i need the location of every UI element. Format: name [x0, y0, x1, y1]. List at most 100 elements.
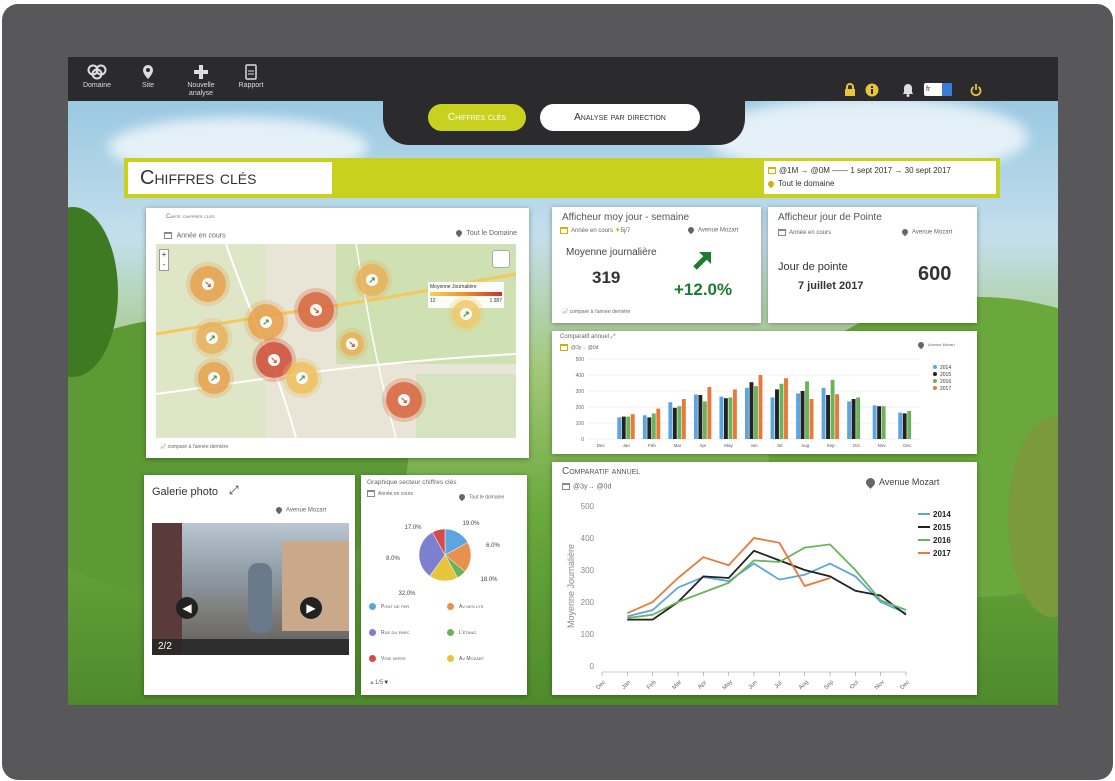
zoom-in-button[interactable]: +: [160, 250, 168, 260]
layers-icon[interactable]: [492, 250, 510, 268]
legend-item[interactable]: Av des lys: [447, 603, 483, 610]
nav-label: Rapport: [238, 82, 264, 89]
nav-nouvelle-analyse[interactable]: Nouvelle analyse: [179, 64, 223, 98]
zoom-control[interactable]: + -: [159, 249, 169, 271]
map-marker[interactable]: ↗: [452, 300, 480, 328]
peak-day-panel: Afficheur jour de Pointe Année en cours …: [768, 207, 977, 323]
arrow-down-right-icon: ↘: [346, 338, 358, 350]
x-tick-label: Dec: [595, 679, 607, 691]
peak-value: 600: [918, 263, 952, 285]
next-photo-button[interactable]: ▶: [300, 597, 322, 619]
pin-icon: [455, 228, 464, 238]
bar: [707, 387, 712, 439]
map-marker[interactable]: ↘: [386, 382, 422, 418]
legend-label: Av Mozart: [459, 655, 485, 662]
photo-building: [152, 523, 182, 655]
legend-item[interactable]: Voie verte: [369, 655, 406, 662]
gallery-photo[interactable]: ◀ ▶ 2/2: [152, 523, 349, 655]
map-marker[interactable]: ↗: [356, 264, 388, 296]
data-label: 8.0%: [386, 556, 400, 562]
pie-title: Graphique secteur chiffres clés: [367, 479, 457, 486]
legend-label: 2017: [933, 549, 951, 558]
bar: [805, 381, 809, 439]
legend-item[interactable]: Rue du parc: [369, 629, 410, 636]
pin-icon: [916, 340, 926, 350]
header-scope: Tout le domaine: [778, 179, 835, 188]
arrow-up-right-icon: ↗: [366, 274, 378, 286]
legend-item[interactable]: Pont de fer: [369, 603, 409, 610]
map-marker[interactable]: ↘: [190, 266, 226, 302]
bell-icon[interactable]: [902, 83, 914, 97]
nav-domaine[interactable]: Domaine: [75, 64, 119, 90]
x-tick-label: Nov: [878, 443, 887, 448]
zoom-out-button[interactable]: -: [160, 260, 168, 270]
nav-rapport[interactable]: Rapport: [229, 64, 273, 90]
map-marker[interactable]: ↗: [196, 322, 228, 354]
bar: [617, 417, 622, 439]
bar-scope: Avenue Mozart: [928, 342, 955, 348]
calendar-icon: [560, 344, 568, 351]
y-tick-label: 500: [576, 357, 585, 363]
y-tick-label: 400: [581, 534, 595, 543]
x-tick-label: Jun: [748, 680, 759, 691]
legend-min: 12: [430, 298, 436, 304]
arrow-down-right-icon: ↘: [268, 354, 280, 366]
bar: [830, 379, 835, 439]
bar: [698, 395, 703, 439]
bar: [672, 407, 677, 439]
x-tick-label: Sep: [827, 443, 836, 448]
power-icon[interactable]: [970, 83, 982, 97]
legend-marker: [933, 365, 937, 369]
expand-icon[interactable]: ⤢: [229, 483, 239, 498]
tab-analyse-par-direction[interactable]: Analyse par direction: [540, 104, 700, 131]
map-marker[interactable]: ↗: [248, 304, 284, 340]
x-tick-label: Jan: [623, 443, 631, 448]
x-tick-label: Sep: [823, 679, 835, 691]
legend-item[interactable]: Av Mozart: [447, 655, 484, 662]
bar: [728, 397, 733, 439]
legend-label: 2014: [940, 365, 951, 371]
lock-icon[interactable]: [844, 83, 856, 97]
bar: [821, 387, 826, 439]
map-marker[interactable]: ↗: [198, 362, 230, 394]
arrow-down-right-icon: ↘: [202, 278, 214, 290]
pie-pager[interactable]: ▲1/5▼: [369, 680, 389, 686]
peak-date: 7 juillet 2017: [798, 280, 864, 292]
gallery-panel: Galerie photo ⤢ Avenue Mozart ◀ ▶ 2/2: [144, 475, 355, 695]
pager-down-icon[interactable]: ▼: [383, 680, 389, 686]
pie-period: Année en cours: [378, 490, 414, 497]
map-marker[interactable]: ↘: [340, 332, 364, 356]
map-marker[interactable]: ↘: [298, 292, 334, 328]
bar: [796, 393, 800, 439]
pin-icon: [766, 179, 776, 189]
avg-day-panel: Afficheur moy jour - semaine Année en co…: [552, 207, 761, 323]
previous-photo-button[interactable]: ◀: [176, 597, 198, 619]
data-label: 6.0%: [486, 543, 500, 549]
language-select[interactable]: fr: [924, 83, 952, 96]
info-icon[interactable]: [865, 83, 879, 97]
x-tick-label: May: [724, 443, 733, 448]
tab-chiffres-cles[interactable]: Chiffres clés: [428, 104, 526, 131]
bar: [745, 387, 749, 439]
x-tick-label: Aug: [801, 443, 810, 448]
legend-label: 2015: [940, 372, 951, 378]
map-canvas[interactable]: + - Moyenne Journalière 12 1 387 ↘ ↗ ↗ ↘ ↗ ↘ ↗ ↗ ↘…: [156, 244, 516, 438]
legend-gradient: [430, 292, 502, 296]
map-title: Carte chiffres clés: [166, 214, 215, 220]
bar: [851, 399, 856, 439]
bar: [826, 395, 831, 439]
pin-icon: [686, 225, 696, 235]
line-title: Comparatif annuel: [562, 466, 641, 477]
nav-site[interactable]: Site: [126, 64, 170, 90]
legend-item[interactable]: L'étang: [447, 629, 476, 636]
data-label: 32.0%: [398, 591, 416, 597]
bar: [702, 401, 707, 439]
header-filter[interactable]: @1M → @0M —— 1 sept 2017 → 30 sept 2017 …: [764, 161, 996, 194]
y-axis-label: Moyenne Journalière: [566, 544, 576, 628]
bar: [881, 406, 886, 439]
x-tick-label: Dec: [899, 679, 911, 691]
y-tick-label: 300: [581, 566, 595, 575]
nav-label: Nouvelle analyse: [187, 82, 215, 97]
bar: [902, 413, 907, 439]
map-marker[interactable]: ↗: [286, 362, 318, 394]
